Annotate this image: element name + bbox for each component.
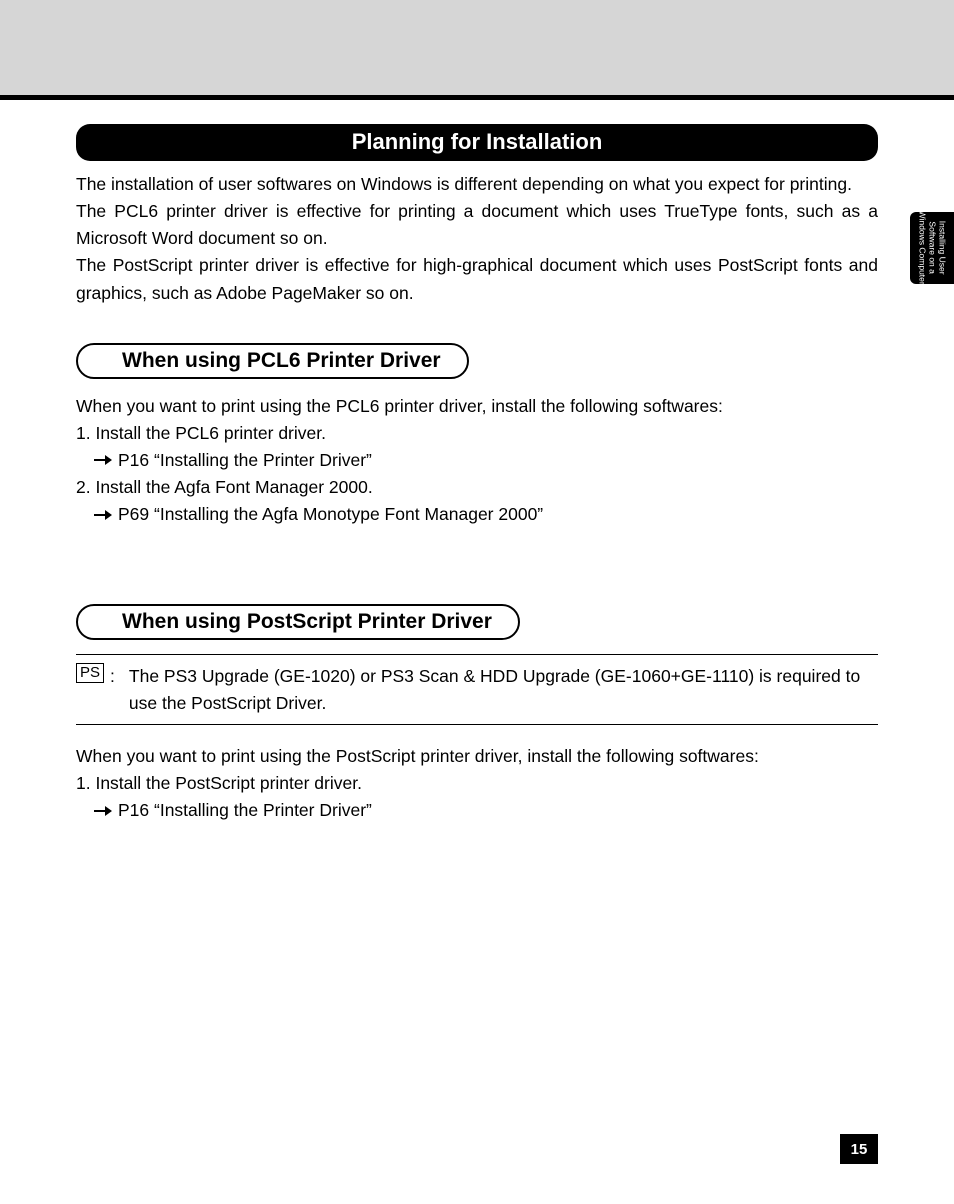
- postscript-lead: When you want to print using the PostScr…: [76, 743, 878, 770]
- intro-p1: The installation of user softwares on Wi…: [76, 171, 878, 198]
- page-number: 15: [840, 1134, 878, 1164]
- pcl6-ref2: P69 “Installing the Agfa Monotype Font M…: [118, 501, 543, 528]
- postscript-ref1: P16 “Installing the Printer Driver”: [118, 797, 372, 824]
- arrow-icon: [94, 509, 112, 521]
- pcl6-lead: When you want to print using the PCL6 pr…: [76, 393, 878, 420]
- intro-p3: The PostScript printer driver is effecti…: [76, 252, 878, 306]
- pcl6-title: When using PCL6 Printer Driver: [76, 343, 469, 379]
- postscript-ref1-line: P16 “Installing the Printer Driver”: [94, 797, 878, 824]
- postscript-step1: 1. Install the PostScript printer driver…: [76, 770, 878, 797]
- ps-colon: :: [110, 663, 115, 689]
- pcl6-ref2-line: P69 “Installing the Agfa Monotype Font M…: [94, 501, 878, 528]
- pcl6-step2: 2. Install the Agfa Font Manager 2000.: [76, 474, 878, 501]
- pcl6-step1: 1. Install the PCL6 printer driver.: [76, 420, 878, 447]
- ps-note-text: The PS3 Upgrade (GE-1020) or PS3 Scan & …: [125, 663, 878, 716]
- arrow-icon: [94, 805, 112, 817]
- pcl6-ref1-line: P16 “Installing the Printer Driver”: [94, 447, 878, 474]
- side-tab-label: Installing User Software on a Windows Co…: [917, 211, 946, 285]
- postscript-title: When using PostScript Printer Driver: [76, 604, 520, 640]
- intro-p2: The PCL6 printer driver is effective for…: [76, 198, 878, 252]
- page-content: Installing User Software on a Windows Co…: [0, 100, 954, 1204]
- main-title: Planning for Installation: [76, 124, 878, 161]
- header-bar: [0, 0, 954, 100]
- ps-badge: PS: [76, 663, 104, 683]
- pcl6-ref1: P16 “Installing the Printer Driver”: [118, 447, 372, 474]
- side-tab: Installing User Software on a Windows Co…: [910, 212, 954, 284]
- arrow-icon: [94, 454, 112, 466]
- ps-note-box: PS : The PS3 Upgrade (GE-1020) or PS3 Sc…: [76, 654, 878, 725]
